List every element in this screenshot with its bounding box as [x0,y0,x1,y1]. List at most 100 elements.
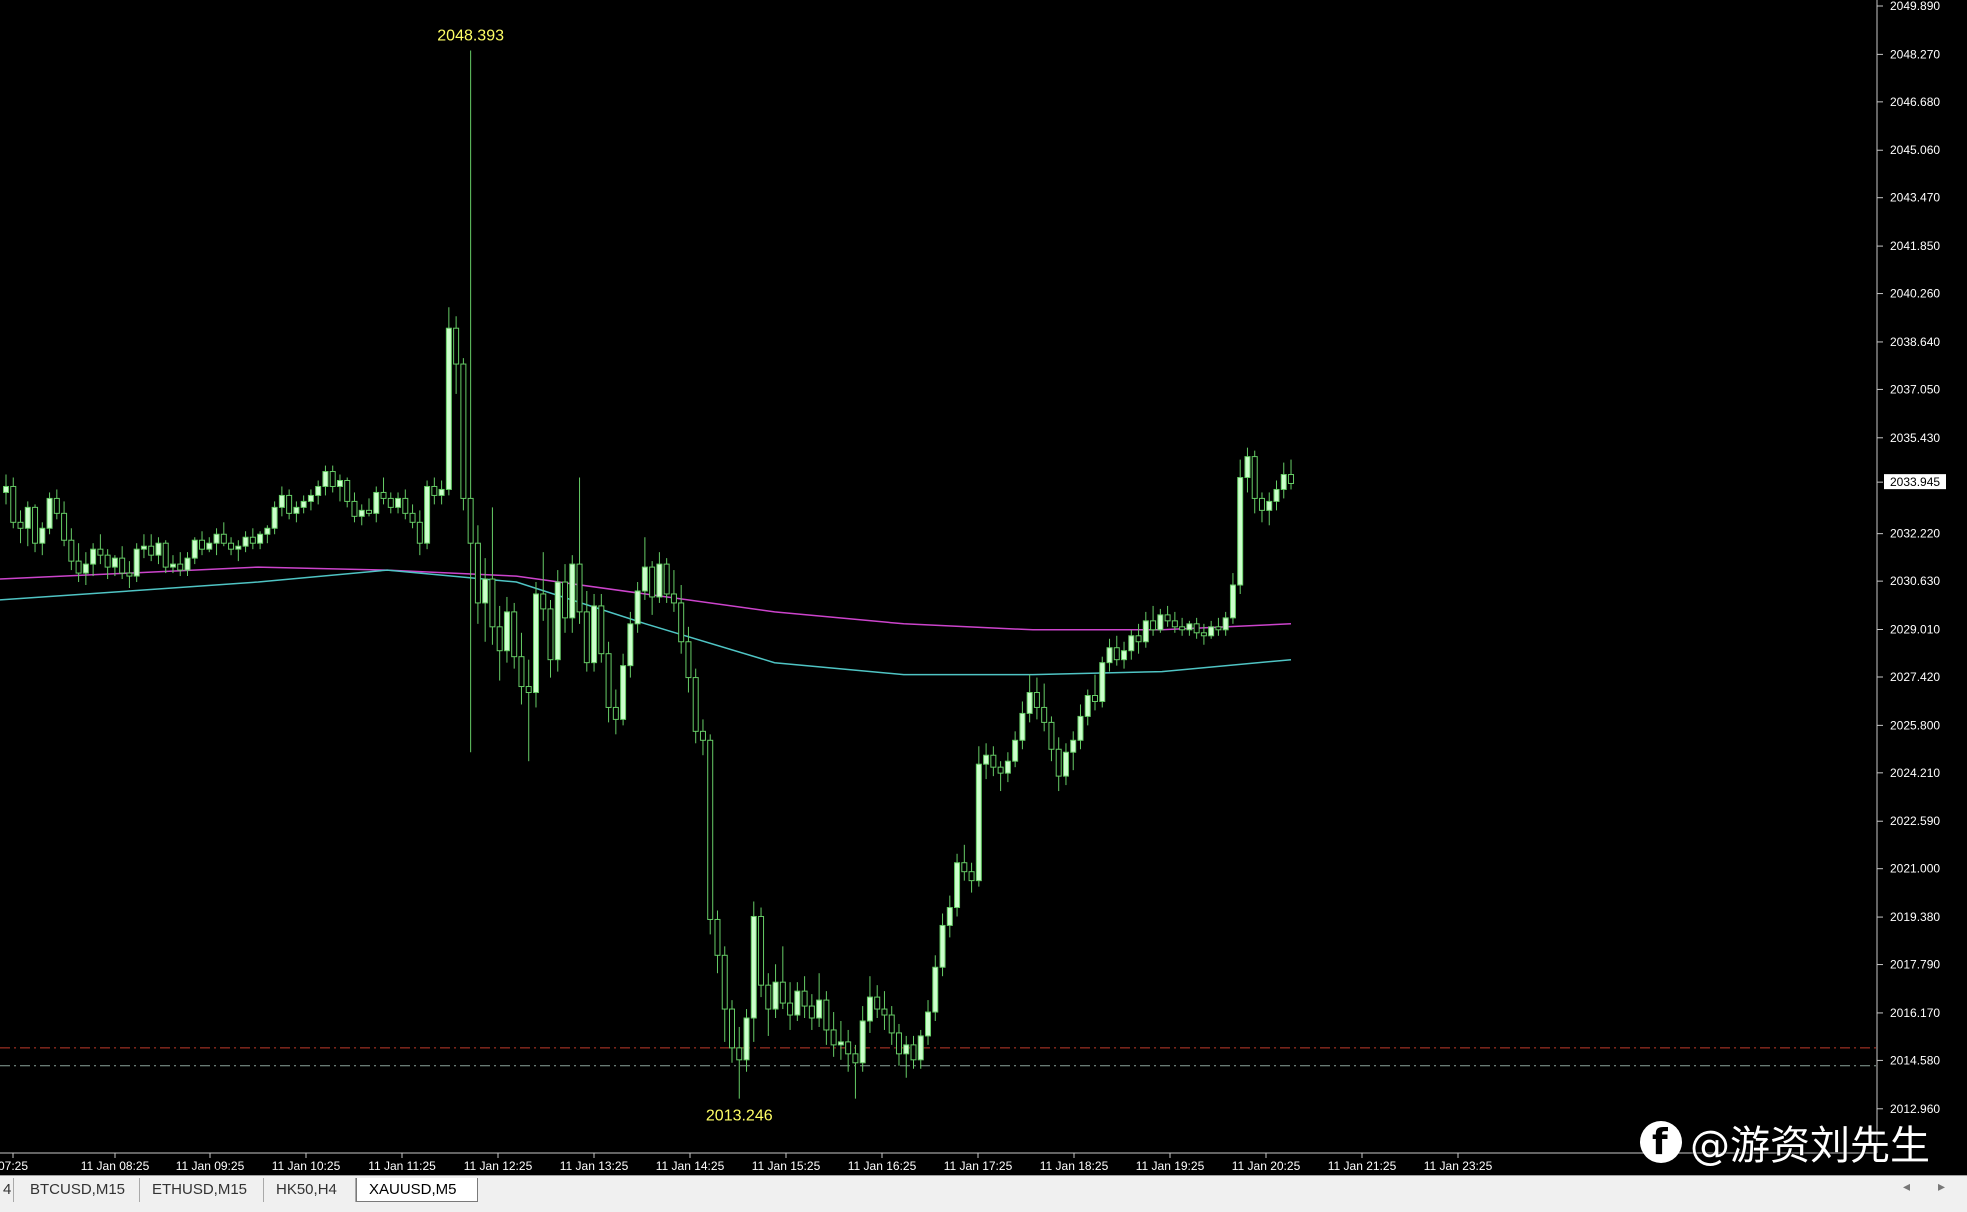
time-tick-label: 11 Jan 10:25 [272,1159,341,1173]
candle-body [1004,760,1011,774]
candle-body [257,533,264,544]
tab-btcusd[interactable]: BTCUSD,M15 [18,1178,140,1202]
candle-body [1099,662,1106,702]
time-tick-label: 11 Jan 21:25 [1328,1159,1397,1173]
candle-body [511,611,518,658]
price-tick-label: 2049.890 [1890,0,1940,13]
candle-body [547,608,554,661]
candle-body [576,563,583,613]
candle-body [794,990,801,1016]
tab-xauusd[interactable]: XAUUSD,M5 [356,1178,478,1202]
price-tick-label: 2019.380 [1890,910,1940,924]
candle-body [424,485,431,544]
candle-body [1092,695,1098,702]
price-tick-label: 2032.220 [1890,527,1940,541]
time-tick-label: 11 Jan 12:25 [464,1159,533,1173]
candle-body [816,999,823,1019]
candle-body [242,536,249,547]
candle-body [562,581,569,619]
candle-body [1077,715,1084,741]
candle-body [917,1035,924,1061]
candle-body [1041,706,1048,723]
candle-body [235,545,242,550]
tab-scroll-arrows[interactable]: ◂ ▸ [1903,1178,1957,1195]
watermark: f @游资刘先生 [1640,1117,1930,1169]
candle-body [903,1044,910,1055]
candle-body [380,491,387,499]
price-tick-label: 2041.850 [1890,239,1940,253]
candle-body [946,907,953,926]
candle-body [859,1020,866,1064]
tab-partial[interactable]: 4 [0,1178,14,1202]
candle-body [431,485,438,496]
candle-body [322,471,329,487]
candle-body [126,572,133,577]
candle-body [474,542,481,604]
candle-body [1062,751,1069,777]
candle-body [910,1044,917,1061]
price-tick-label: 2037.050 [1890,382,1940,396]
candle-body [329,471,336,487]
candle-body [366,509,372,514]
candle-body [155,542,162,556]
candle-body [1280,474,1287,490]
candle-body [649,566,656,598]
candle-body [1186,623,1193,631]
candle-body [1128,635,1135,652]
candle-body [467,497,474,544]
candle-body [591,605,598,664]
high-price-label: 2048.393 [437,27,504,44]
tab-ethusd[interactable]: ETHUSD,M15 [140,1178,264,1202]
candle-body [692,677,699,732]
candle-body [1179,626,1186,631]
price-tick-label: 2014.580 [1890,1053,1940,1067]
time-tick-label: 11 Jan 15:25 [752,1159,821,1173]
price-tick-label: 2021.000 [1890,862,1940,876]
time-tick-label: 11 Jan 11:25 [368,1159,436,1173]
candle-body [758,915,765,986]
tab-hk50[interactable]: HK50,H4 [264,1178,356,1202]
candle-body [714,918,721,956]
candle-body [634,590,641,625]
candle-body [750,915,757,1019]
candle-body [82,563,89,574]
candle-body [228,542,235,550]
candle-body [24,506,31,529]
candle-body [1012,739,1019,762]
candle-body [1142,620,1149,643]
candle-body [133,548,140,577]
candle-body [307,494,314,502]
facebook-logo-icon: f [1640,1121,1682,1163]
time-tick-label: 11 Jan 08:25 [81,1159,150,1173]
price-tick-label: 2016.170 [1890,1006,1940,1020]
candle-body [111,557,118,568]
time-tick-label: 11 Jan 14:25 [656,1159,725,1173]
candle-body [1258,497,1265,511]
candle-body [162,542,169,568]
candle-body [612,706,619,720]
candle-body [808,1005,815,1019]
price-tick-label: 2040.260 [1890,287,1940,301]
time-tick-label: 11 Jan 20:25 [1232,1159,1301,1173]
candle-body [220,533,227,544]
candle-body [344,479,351,502]
candle-body [765,984,772,1010]
price-tick-label: 2017.790 [1890,958,1940,972]
candle-body [583,611,590,664]
time-tick-label: 11 Jan 19:25 [1136,1159,1205,1173]
candle-body [416,521,423,544]
low-price-label: 2013.246 [706,1108,773,1125]
time-tick-label: 11 Jan 13:25 [560,1159,629,1173]
candle-body [641,566,648,592]
price-chart[interactable]: 2048.393 2013.246 2049.890 2048.270 2046.68… [0,0,1967,1175]
candle-body [97,548,104,556]
candle-body [206,542,213,550]
price-tick-label: 2033.945 [1890,475,1940,489]
candle-body [75,560,82,574]
candle-body [148,545,155,556]
candle-body [445,327,452,490]
candle-body [1033,692,1040,708]
candle-body [801,990,808,1007]
candle-body [1273,488,1280,502]
candle-body [213,533,220,544]
